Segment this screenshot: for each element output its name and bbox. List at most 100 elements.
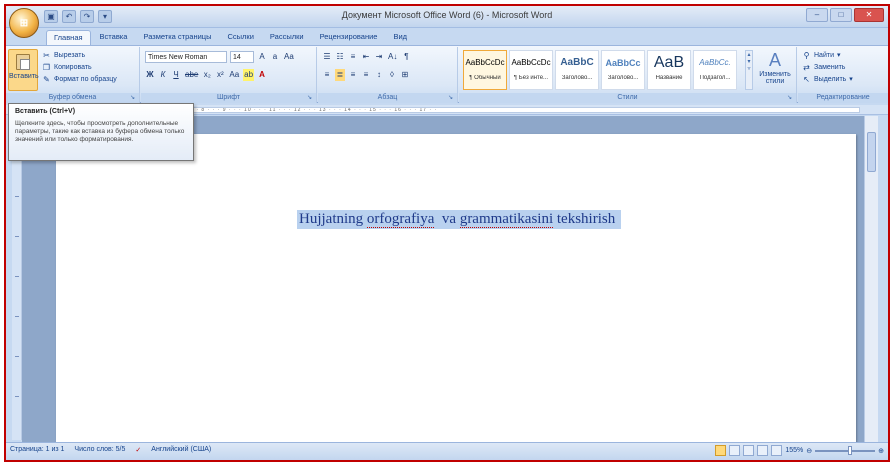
shrink-font-button[interactable]: a — [270, 51, 280, 63]
copy-button[interactable]: ❐ Копировать — [42, 61, 117, 73]
styles-gallery-scroll[interactable]: ▴ ▾ ▿ — [745, 50, 753, 90]
maximize-button[interactable]: □ — [830, 8, 852, 22]
window-controls: – □ ✕ — [806, 8, 884, 22]
italic-button[interactable]: К — [158, 69, 168, 81]
style-name: Заголово... — [607, 75, 639, 81]
borders-button[interactable]: ⊞ — [400, 69, 410, 81]
show-marks-button[interactable]: ¶ — [401, 51, 411, 63]
justify-button[interactable]: ≡ — [361, 69, 371, 81]
font-size-combo[interactable]: 14 — [230, 51, 254, 63]
grow-font-button[interactable]: A — [257, 51, 267, 63]
page-count[interactable]: Страница: 1 из 1 — [10, 446, 64, 454]
bold-button[interactable]: Ж — [145, 69, 155, 81]
replace-label: Заменить — [814, 63, 846, 71]
doc-word: tekshirish — [556, 211, 616, 227]
tooltip-body: Щелкните здесь, чтобы просмотреть дополн… — [15, 120, 185, 143]
font-row-2: Ж К Ч abe x₂ x² Aa ab A — [145, 69, 267, 81]
spelling-status-icon[interactable]: ✓ — [135, 446, 141, 454]
styles-launcher-icon[interactable]: ↘ — [787, 95, 794, 102]
align-center-button[interactable]: ≣ — [335, 69, 345, 81]
font-group: Times New Roman 14 A a Aa Ж К Ч abe x₂ x… — [141, 47, 317, 103]
change-styles-button[interactable]: A Изменить стили — [757, 50, 793, 85]
styles-gallery: AaBbCcDc ¶ Обычный AaBbCcDc ¶ Без инте..… — [463, 50, 737, 90]
office-button[interactable]: ⊞ — [9, 8, 39, 38]
close-button[interactable]: ✕ — [854, 8, 884, 22]
zoom-slider[interactable] — [815, 445, 876, 455]
zoom-in-icon[interactable]: ⊕ — [878, 447, 884, 455]
tab-insert[interactable]: Вставка — [93, 30, 135, 44]
sort-button[interactable]: A↓ — [387, 51, 398, 63]
line-spacing-button[interactable]: ↕ — [374, 69, 384, 81]
ribbon-tabs: Главная Вставка Разметка страницы Ссылки… — [46, 30, 414, 46]
style-title[interactable]: AaB Название — [647, 50, 691, 90]
paragraph-launcher-icon[interactable]: ↘ — [448, 95, 455, 102]
word-count[interactable]: Число слов: 5/5 — [74, 446, 125, 454]
minimize-button[interactable]: – — [806, 8, 828, 22]
decrease-indent-button[interactable]: ⇤ — [361, 51, 371, 63]
paste-button[interactable]: Вставить — [8, 49, 39, 91]
style-normal[interactable]: AaBbCcDc ¶ Обычный — [463, 50, 507, 90]
change-case-button[interactable]: Aa — [228, 69, 240, 81]
draft-view-icon[interactable] — [771, 445, 783, 456]
print-layout-view-icon[interactable] — [715, 445, 727, 456]
highlight-button[interactable]: ab — [243, 69, 255, 81]
clipboard-launcher-icon[interactable]: ↘ — [130, 95, 137, 102]
cut-button[interactable]: ✂ Вырезать — [42, 49, 117, 61]
tab-home[interactable]: Главная — [46, 30, 91, 46]
cut-label: Вырезать — [54, 51, 86, 59]
style-sample: AaBbCcDc — [511, 58, 551, 67]
vertical-scrollbar[interactable] — [864, 116, 878, 444]
font-launcher-icon[interactable]: ↘ — [307, 95, 314, 102]
doc-word: va — [441, 211, 457, 227]
find-button[interactable]: ⚲ Найти ▾ — [802, 49, 853, 61]
ruler-tick — [15, 196, 19, 197]
clear-format-button[interactable]: Aa — [283, 51, 295, 63]
increase-indent-button[interactable]: ⇥ — [374, 51, 384, 63]
tab-view[interactable]: Вид — [386, 30, 414, 44]
underline-button[interactable]: Ч — [171, 69, 181, 81]
bullets-button[interactable]: ☰ — [322, 51, 332, 63]
shading-button[interactable]: ◊ — [387, 69, 397, 81]
full-screen-view-icon[interactable] — [729, 445, 741, 456]
subscript-button[interactable]: x₂ — [202, 69, 212, 81]
paragraph-row-2: ≡ ≣ ≡ ≡ ↕ ◊ ⊞ — [322, 69, 410, 81]
align-left-button[interactable]: ≡ — [322, 69, 332, 81]
font-color-button[interactable]: A — [257, 69, 267, 81]
outline-view-icon[interactable] — [757, 445, 769, 456]
zoom-level[interactable]: 155% — [785, 447, 803, 454]
scrollbar-thumb[interactable] — [867, 132, 876, 172]
document-area: Hujjatning orfografiya va grammatikasini… — [22, 116, 878, 444]
font-group-label: Шрифт — [141, 93, 316, 103]
zoom-out-icon[interactable]: ⊖ — [806, 447, 812, 455]
tab-review[interactable]: Рецензирование — [313, 30, 385, 44]
selected-text[interactable]: Hujjatning orfografiya va grammatikasini… — [297, 210, 621, 229]
find-label: Найти — [814, 51, 834, 59]
align-right-button[interactable]: ≡ — [348, 69, 358, 81]
style-sample: AaBbCc — [605, 58, 641, 68]
chevron-down-icon: ▾ — [836, 52, 841, 59]
clipboard-group-label: Буфер обмена — [6, 93, 139, 103]
format-painter-button[interactable]: ✎ Формат по образцу — [42, 73, 117, 85]
style-heading-1[interactable]: AaBbC Заголово... — [555, 50, 599, 90]
tab-page-layout[interactable]: Разметка страницы — [136, 30, 218, 44]
vertical-ruler[interactable] — [12, 116, 22, 440]
multilevel-list-button[interactable]: ≡ — [348, 51, 358, 63]
select-button[interactable]: ↖ Выделить ▾ — [802, 73, 853, 85]
web-layout-view-icon[interactable] — [743, 445, 755, 456]
language-indicator[interactable]: Английский (США) — [151, 446, 211, 454]
style-heading-2[interactable]: AaBbCc Заголово... — [601, 50, 645, 90]
zoom-knob[interactable] — [847, 445, 852, 455]
document-page[interactable]: Hujjatning orfografiya va grammatikasini… — [56, 134, 856, 444]
style-no-spacing[interactable]: AaBbCcDc ¶ Без инте... — [509, 50, 553, 90]
tab-references[interactable]: Ссылки — [220, 30, 260, 44]
font-name-combo[interactable]: Times New Roman — [145, 51, 227, 63]
numbering-button[interactable]: ☷ — [335, 51, 345, 63]
paragraph-group: ☰ ☷ ≡ ⇤ ⇥ A↓ ¶ ≡ ≣ ≡ ≡ ↕ ◊ ⊞ Абзац ↘ — [318, 47, 458, 103]
style-subtitle[interactable]: AaBbCc. Подзагол... — [693, 50, 737, 90]
ruler-tick — [15, 236, 19, 237]
tab-mailings[interactable]: Рассылки — [263, 30, 311, 44]
tooltip-title: Вставить (Ctrl+V) — [15, 108, 76, 115]
strikethrough-button[interactable]: abe — [184, 69, 199, 81]
superscript-button[interactable]: x² — [215, 69, 225, 81]
replace-button[interactable]: ⇄ Заменить — [802, 61, 853, 73]
